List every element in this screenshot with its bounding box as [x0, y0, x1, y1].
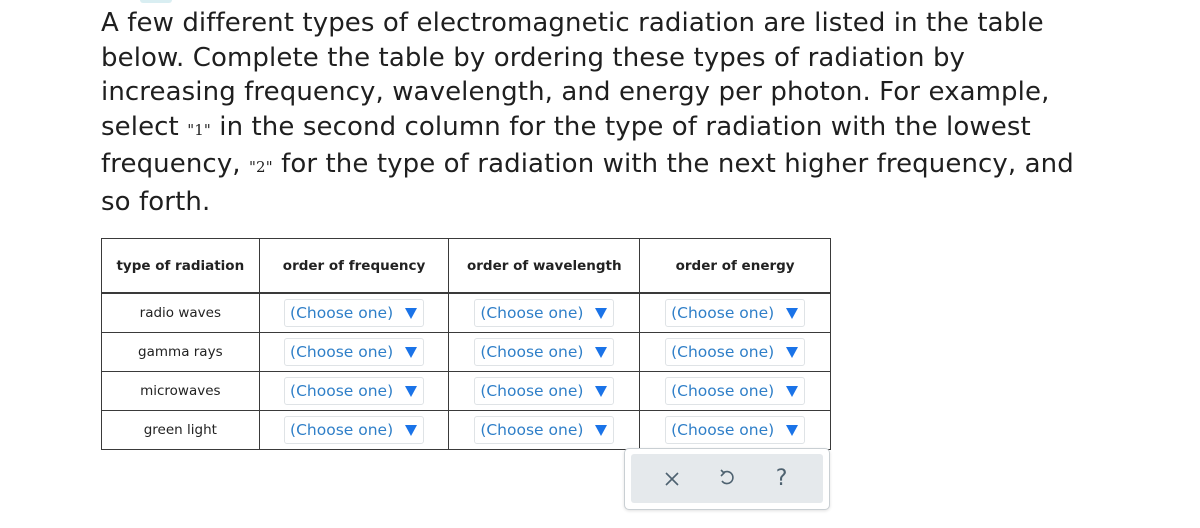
wavelength-select[interactable]: (Choose one) [474, 338, 615, 366]
radiation-type: microwaves [101, 371, 260, 411]
energy-select[interactable]: (Choose one) [665, 416, 806, 444]
select-value: (Choose one) [671, 343, 775, 361]
wavelength-select[interactable]: (Choose one) [474, 377, 615, 405]
table-row: radio waves (Choose one) (Choose one) (C… [101, 292, 831, 333]
table-header-row: type of radiation order of frequency ord… [101, 238, 831, 294]
frequency-select[interactable]: (Choose one) [284, 377, 425, 405]
energy-select[interactable]: (Choose one) [665, 377, 806, 405]
radiation-type: radio waves [101, 292, 260, 333]
toolbar-inner: ? [631, 454, 823, 503]
energy-select[interactable]: (Choose one) [665, 338, 806, 366]
header-type: type of radiation [101, 238, 260, 294]
select-value: (Choose one) [290, 304, 394, 322]
header-wavelength: order of wavelength [448, 238, 641, 294]
dropdown-arrow-icon [595, 307, 608, 319]
table-row: gamma rays (Choose one) (Choose one) (Ch… [101, 332, 831, 372]
answer-toolbar: ? [624, 448, 830, 510]
radiation-type: gamma rays [101, 332, 260, 372]
select-value: (Choose one) [480, 343, 584, 361]
frequency-select[interactable]: (Choose one) [284, 338, 425, 366]
close-icon [665, 471, 679, 486]
select-value: (Choose one) [290, 343, 394, 361]
dropdown-arrow-icon [405, 346, 418, 358]
help-icon: ? [775, 466, 788, 491]
undo-button[interactable] [709, 461, 745, 497]
prompt-quote-2: "2" [249, 158, 273, 176]
prompt-quote-1: "1" [187, 120, 211, 139]
clear-button[interactable] [654, 461, 690, 497]
wavelength-select[interactable]: (Choose one) [474, 299, 615, 327]
table-row: green light (Choose one) (Choose one) (C… [101, 410, 831, 450]
radiation-type: green light [101, 410, 260, 450]
dropdown-arrow-icon [786, 346, 799, 358]
dropdown-arrow-icon [786, 385, 799, 397]
table-row: microwaves (Choose one) (Choose one) (Ch… [101, 371, 831, 411]
select-value: (Choose one) [290, 382, 394, 400]
top-accent-bar [140, 0, 172, 3]
dropdown-arrow-icon [786, 307, 799, 319]
wavelength-select[interactable]: (Choose one) [474, 416, 615, 444]
frequency-select[interactable]: (Choose one) [284, 299, 425, 327]
dropdown-arrow-icon [405, 424, 418, 436]
frequency-select[interactable]: (Choose one) [284, 416, 425, 444]
select-value: (Choose one) [671, 304, 775, 322]
radiation-table: type of radiation order of frequency ord… [101, 238, 831, 450]
select-value: (Choose one) [671, 421, 775, 439]
dropdown-arrow-icon [595, 346, 608, 358]
select-value: (Choose one) [480, 421, 584, 439]
header-frequency: order of frequency [258, 238, 450, 294]
dropdown-arrow-icon [405, 307, 418, 319]
header-energy: order of energy [639, 238, 831, 294]
select-value: (Choose one) [290, 421, 394, 439]
select-value: (Choose one) [671, 382, 775, 400]
question-prompt: A few different types of electromagnetic… [101, 6, 1101, 219]
undo-icon [719, 468, 735, 489]
dropdown-arrow-icon [595, 424, 608, 436]
dropdown-arrow-icon [405, 385, 418, 397]
select-value: (Choose one) [480, 304, 584, 322]
dropdown-arrow-icon [595, 385, 608, 397]
energy-select[interactable]: (Choose one) [665, 299, 806, 327]
select-value: (Choose one) [480, 382, 584, 400]
help-button[interactable]: ? [764, 461, 800, 497]
dropdown-arrow-icon [786, 424, 799, 436]
